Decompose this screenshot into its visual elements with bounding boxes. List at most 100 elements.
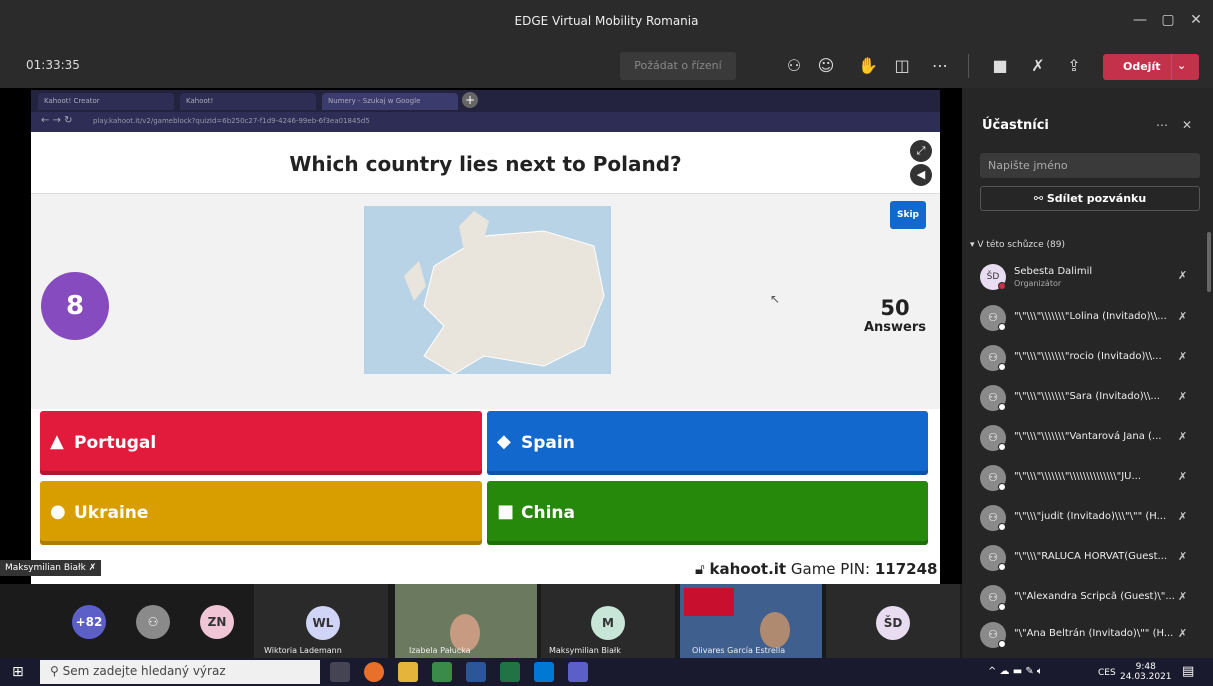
participants-icon[interactable]: ⚇ — [782, 54, 806, 78]
participant-name: Maksymilian Białk — [549, 646, 621, 655]
taskbar-search[interactable]: ⚲ Sem zadejte hledaný výraz — [40, 660, 320, 684]
app-icon[interactable] — [432, 662, 452, 682]
file-explorer-icon[interactable] — [398, 662, 418, 682]
participant-row[interactable]: ⚇ "\"\\\"\\\\\\\"Lolina (Invitado)\\... ✗ — [980, 305, 1195, 341]
answers-count: 50 — [880, 296, 910, 320]
participant-name: "\"\\\"\\\\\\\"Vantarová Jana (... — [1014, 431, 1162, 442]
triangle-icon: ▲ — [50, 431, 64, 452]
game-pin-label: Game PIN: — [790, 560, 871, 578]
answers-label: Answers — [863, 320, 927, 335]
participant-tile[interactable]: M Maksymilian Białk — [541, 584, 675, 658]
rooms-icon[interactable]: ◫ — [890, 54, 914, 78]
nav-arrows-icon[interactable]: ← → ↻ — [41, 115, 73, 126]
countdown-timer: 8 — [41, 272, 109, 340]
participant-row[interactable]: ⚇ "\"\\\"\\\\\\\"\\\\\\\\\\\\\\"JU... ✗ — [980, 465, 1195, 501]
close-icon[interactable]: ✕ — [1184, 12, 1208, 32]
participant-row[interactable]: ŠD Šebesta Dalimil Organizátor ✗ — [980, 264, 1195, 300]
more-icon[interactable]: ⋯ — [1156, 118, 1168, 132]
answer-option-china[interactable]: ■ China — [487, 481, 928, 545]
task-view-icon[interactable] — [330, 662, 350, 682]
participant-name: "\"\\\"\\\\\\\"Sara (Invitado)\\... — [1014, 391, 1160, 402]
new-tab-icon[interactable]: + — [462, 92, 478, 108]
participant-tile[interactable]: ŠD — [826, 584, 960, 658]
mic-off-icon: ✗ — [1178, 390, 1188, 403]
close-icon[interactable]: ✕ — [1182, 118, 1192, 132]
answer-option-spain[interactable]: ◆ Spain — [487, 411, 928, 475]
word-icon[interactable] — [466, 662, 486, 682]
answer-label: Portugal — [74, 433, 157, 453]
participant-video[interactable]: Izabela Pałucka — [395, 584, 537, 658]
participant-name: Wiktoria Lademann — [264, 646, 342, 655]
camera-off-icon[interactable]: ■ — [988, 54, 1012, 78]
answer-option-ukraine[interactable]: ● Ukraine — [40, 481, 482, 545]
share-label: Sdílet pozvánku — [1046, 192, 1147, 205]
notifications-icon[interactable]: ▤ — [1182, 664, 1194, 679]
status-badge — [998, 603, 1006, 611]
skip-button[interactable]: Skip — [890, 201, 926, 229]
request-control-button[interactable]: Požádat o řízení — [620, 52, 736, 80]
windows-start-icon[interactable]: ⊞ — [12, 664, 24, 680]
browser-tab[interactable]: Numery - Szukaj w Google — [322, 93, 458, 110]
mic-off-icon: ✗ — [1178, 269, 1188, 282]
leave-button[interactable]: Odejít ⌄ — [1103, 54, 1199, 80]
language-indicator[interactable]: CES — [1098, 668, 1116, 678]
panel-scrollbar[interactable] — [1207, 232, 1211, 292]
participant-row[interactable]: ⚇ "\"Ana Beltrán (Invitado)\"" (H... ✗ — [980, 622, 1195, 658]
participant-name: "\"Alexandra Scripcă (Guest)\"... — [1014, 591, 1174, 602]
game-pin-info: 🔓︎ kahoot.it Game PIN: 117248 — [695, 560, 937, 578]
share-icon: ⚯ — [1033, 192, 1044, 205]
question-text: Which country lies next to Poland? — [289, 152, 682, 176]
maximize-icon[interactable]: ▢ — [1156, 12, 1180, 32]
participant-tile[interactable]: WL Wiktoria Lademann — [254, 584, 388, 658]
participant-row[interactable]: ⚇ "\"\\\"\\\\\\\"Sara (Invitado)\\... ✗ — [980, 385, 1195, 421]
status-badge — [998, 483, 1006, 491]
chat-icon[interactable]: ☺ — [814, 54, 838, 78]
reactions-icon[interactable]: ✋ — [856, 54, 880, 78]
participant-name: "\"\\\"\\\\\\\"rocio (Invitado)\\... — [1014, 351, 1162, 362]
sound-icon[interactable]: ◀ — [910, 164, 932, 186]
mic-off-icon: ✗ — [1178, 550, 1188, 563]
teams-icon[interactable] — [568, 662, 588, 682]
mic-off-icon: ✗ — [1178, 430, 1188, 443]
participant-video[interactable]: Olivares García Estrella — [680, 584, 822, 658]
participant-search-input[interactable]: Napište jméno — [980, 153, 1200, 178]
browser-tab[interactable]: Kahoot! Creator — [38, 93, 174, 110]
answer-option-portugal[interactable]: ▲ Portugal — [40, 411, 482, 475]
meeting-timer: 01:33:35 — [26, 58, 80, 72]
avatar: WL — [306, 606, 340, 640]
mic-off-icon: ✗ — [88, 563, 97, 573]
avatar[interactable]: ZN — [200, 605, 234, 639]
chevron-down-icon[interactable]: ⌄ — [1177, 59, 1186, 72]
circle-icon: ● — [50, 501, 66, 522]
participant-row[interactable]: ⚇ "\"\\\"\\\\\\\"Vantarová Jana (... ✗ — [980, 425, 1195, 461]
url-field[interactable]: play.kahoot.it/v2/gameblock?quizId=6b250… — [93, 117, 370, 125]
participant-name: "\"\\\"judit (Invitado)\\\"\"" (H... — [1014, 511, 1167, 522]
participant-row[interactable]: ⚇ "\"\\\"\\\\\\\"rocio (Invitado)\\... ✗ — [980, 345, 1195, 381]
lock-icon: 🔓︎ — [695, 560, 705, 578]
system-tray-icons[interactable]: ^ ☁ ▬ ✎ 🔈︎ — [988, 666, 1043, 677]
search-icon: ⚲ — [50, 664, 59, 678]
share-invite-button[interactable]: ⚯ Sdílet pozvánku — [980, 186, 1200, 211]
avatar: M — [591, 606, 625, 640]
outlook-icon[interactable] — [534, 662, 554, 682]
participant-row[interactable]: ⚇ "\"\\\"judit (Invitado)\\\"\"" (H... ✗ — [980, 505, 1195, 541]
fullscreen-icon[interactable]: ⤢ — [910, 140, 932, 162]
participant-name: "\"\\\"RALUCA HORVAT(Guest... — [1014, 551, 1168, 562]
overflow-count[interactable]: +82 — [72, 605, 106, 639]
status-badge — [998, 563, 1006, 571]
participant-row[interactable]: ⚇ "\"\\\"RALUCA HORVAT(Guest... ✗ — [980, 545, 1195, 581]
minimize-icon[interactable]: — — [1128, 12, 1152, 32]
status-badge — [998, 363, 1006, 371]
taskbar-clock[interactable]: 9:48 24.03.2021 — [1120, 662, 1172, 682]
avatar[interactable]: ⚇ — [136, 605, 170, 639]
section-header[interactable]: ▾ V této schůzce (89) — [970, 240, 1065, 250]
participant-row[interactable]: ⚇ "\"Alexandra Scripcă (Guest)\"... ✗ — [980, 585, 1195, 621]
more-icon[interactable]: ⋯ — [928, 54, 952, 78]
share-screen-icon[interactable]: ⇪ — [1062, 54, 1086, 78]
browser-tab[interactable]: Kahoot! — [180, 93, 316, 110]
mic-off-icon[interactable]: ✗ — [1026, 54, 1050, 78]
mic-off-icon: ✗ — [1178, 627, 1188, 640]
excel-icon[interactable] — [500, 662, 520, 682]
firefox-icon[interactable] — [364, 662, 384, 682]
mic-off-icon: ✗ — [1178, 590, 1188, 603]
